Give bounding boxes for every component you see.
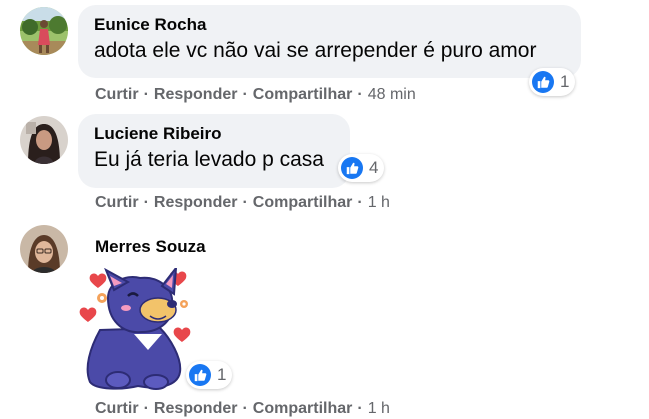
separator: ·: [357, 400, 363, 417]
separator: ·: [357, 86, 363, 103]
reply-button[interactable]: Responder: [154, 86, 238, 103]
reaction-badge[interactable]: 4: [338, 154, 385, 182]
reaction-badge[interactable]: 1: [186, 361, 233, 389]
reaction-count: 1: [560, 72, 570, 91]
like-icon: [532, 71, 554, 93]
dog-hearts-sticker: [78, 264, 198, 390]
avatar[interactable]: [20, 116, 68, 164]
reply-button[interactable]: Responder: [154, 194, 238, 211]
separator: ·: [242, 400, 248, 417]
like-icon: [341, 157, 363, 179]
comment-bubble: Luciene Ribeiro Eu já teria levado p cas…: [78, 114, 350, 188]
comment-author[interactable]: Eunice Rocha: [94, 15, 565, 35]
separator: ·: [143, 86, 149, 103]
separator: ·: [143, 194, 149, 211]
avatar[interactable]: [20, 225, 68, 273]
comment-actions: Curtir · Responder · Compartilhar · 1 h: [95, 399, 390, 419]
comment-timestamp[interactable]: 1 h: [368, 400, 390, 417]
like-icon: [189, 364, 211, 386]
avatar[interactable]: [20, 7, 68, 55]
share-button[interactable]: Compartilhar: [253, 86, 353, 103]
comment-author[interactable]: Merres Souza: [95, 237, 206, 257]
share-button[interactable]: Compartilhar: [253, 400, 353, 417]
reaction-badge[interactable]: 1: [529, 68, 576, 96]
comment-timestamp[interactable]: 48 min: [368, 86, 416, 103]
comment-actions: Curtir · Responder · Compartilhar · 1 h: [95, 193, 390, 213]
comment-text: adota ele vc não vai se arrepender é pur…: [94, 39, 537, 62]
like-button[interactable]: Curtir: [95, 86, 139, 103]
like-button[interactable]: Curtir: [95, 194, 139, 211]
separator: ·: [242, 86, 248, 103]
like-button[interactable]: Curtir: [95, 400, 139, 417]
reply-button[interactable]: Responder: [154, 400, 238, 417]
reaction-count: 4: [369, 158, 379, 177]
reaction-count: 1: [217, 365, 227, 384]
separator: ·: [242, 194, 248, 211]
comment-actions: Curtir · Responder · Compartilhar · 48 min: [95, 85, 416, 105]
comment-text: Eu já teria levado p casa: [94, 148, 324, 171]
share-button[interactable]: Compartilhar: [253, 194, 353, 211]
comment-timestamp[interactable]: 1 h: [368, 194, 390, 211]
comment-bubble: Eunice Rocha adota ele vc não vai se arr…: [78, 5, 581, 78]
separator: ·: [357, 194, 363, 211]
separator: ·: [143, 400, 149, 417]
comment-author[interactable]: Luciene Ribeiro: [94, 124, 334, 144]
